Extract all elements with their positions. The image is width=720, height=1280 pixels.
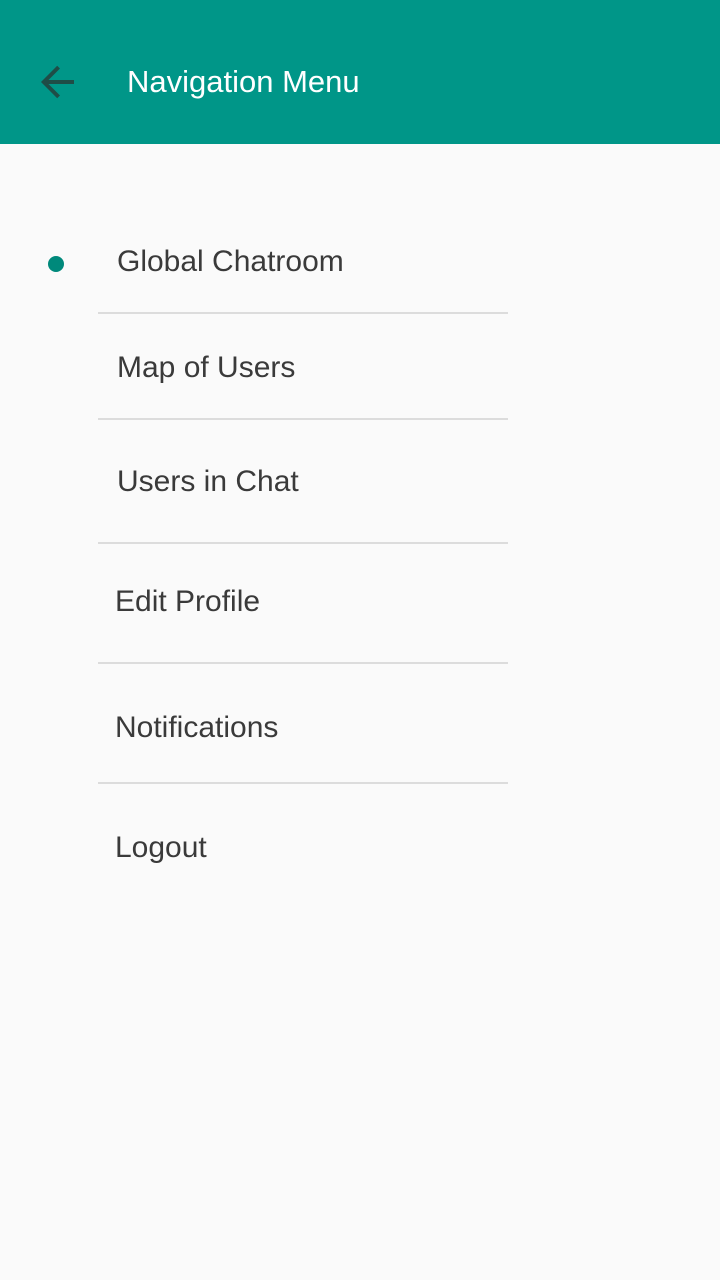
menu-item-global-chatroom[interactable]: Global Chatroom bbox=[98, 210, 508, 314]
menu-item-label: Map of Users bbox=[117, 351, 296, 384]
menu-item-notifications[interactable]: Notifications bbox=[98, 664, 508, 784]
menu-item-logout[interactable]: Logout bbox=[98, 784, 508, 894]
menu-item-label: Users in Chat bbox=[117, 465, 299, 498]
arrow-left-icon bbox=[41, 65, 74, 99]
navigation-menu-screen: Navigation Menu Global Chatroom Map of U… bbox=[0, 0, 720, 1280]
menu-item-edit-profile[interactable]: Edit Profile bbox=[98, 544, 508, 664]
app-bar: Navigation Menu bbox=[0, 0, 720, 144]
menu-item-label: Logout bbox=[115, 831, 207, 864]
menu-item-label: Global Chatroom bbox=[117, 245, 344, 278]
menu-item-label: Edit Profile bbox=[115, 585, 261, 618]
active-indicator-dot bbox=[48, 256, 64, 272]
page-title: Navigation Menu bbox=[127, 64, 360, 99]
menu-item-users-in-chat[interactable]: Users in Chat bbox=[98, 420, 508, 544]
menu-item-map-of-users[interactable]: Map of Users bbox=[98, 314, 508, 420]
back-button[interactable] bbox=[30, 54, 86, 110]
menu-item-label: Notifications bbox=[115, 711, 279, 744]
